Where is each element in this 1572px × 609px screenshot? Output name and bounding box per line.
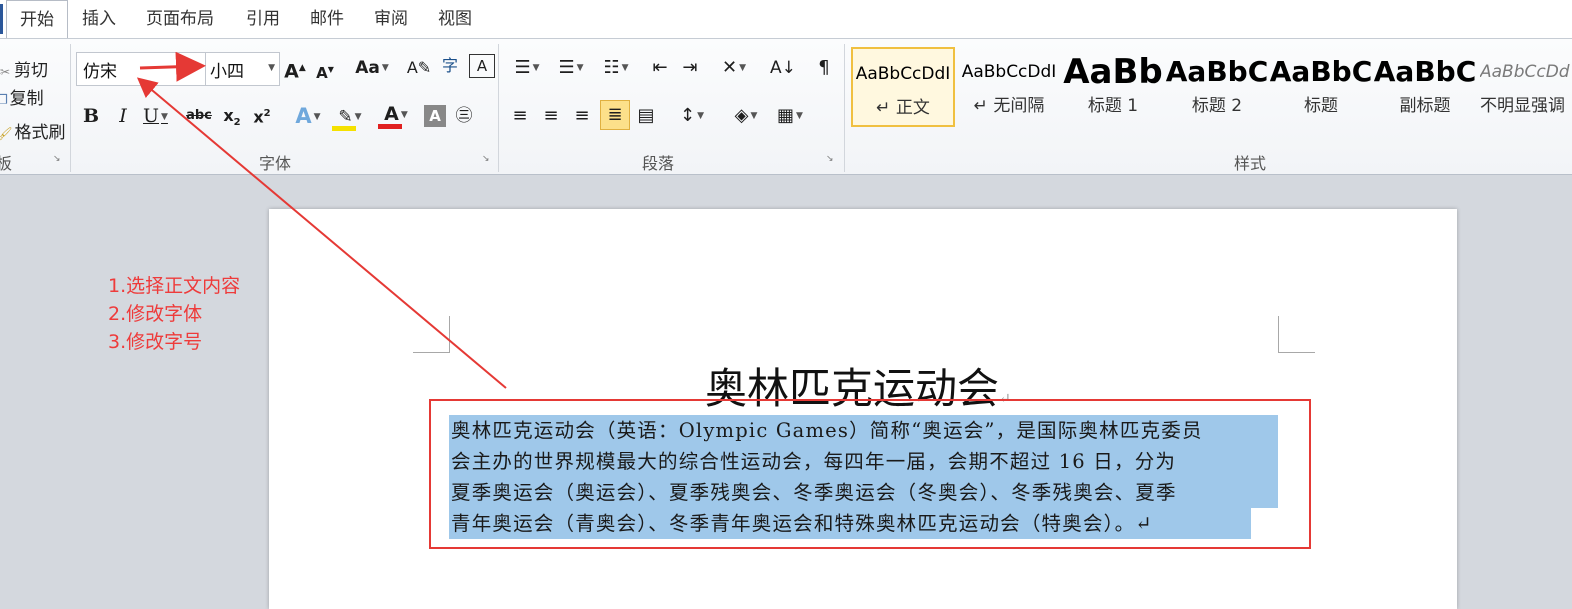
annotation-arrows — [136, 51, 507, 389]
arrow-to-font-name — [136, 77, 507, 389]
arrow-to-font-size — [139, 51, 206, 82]
